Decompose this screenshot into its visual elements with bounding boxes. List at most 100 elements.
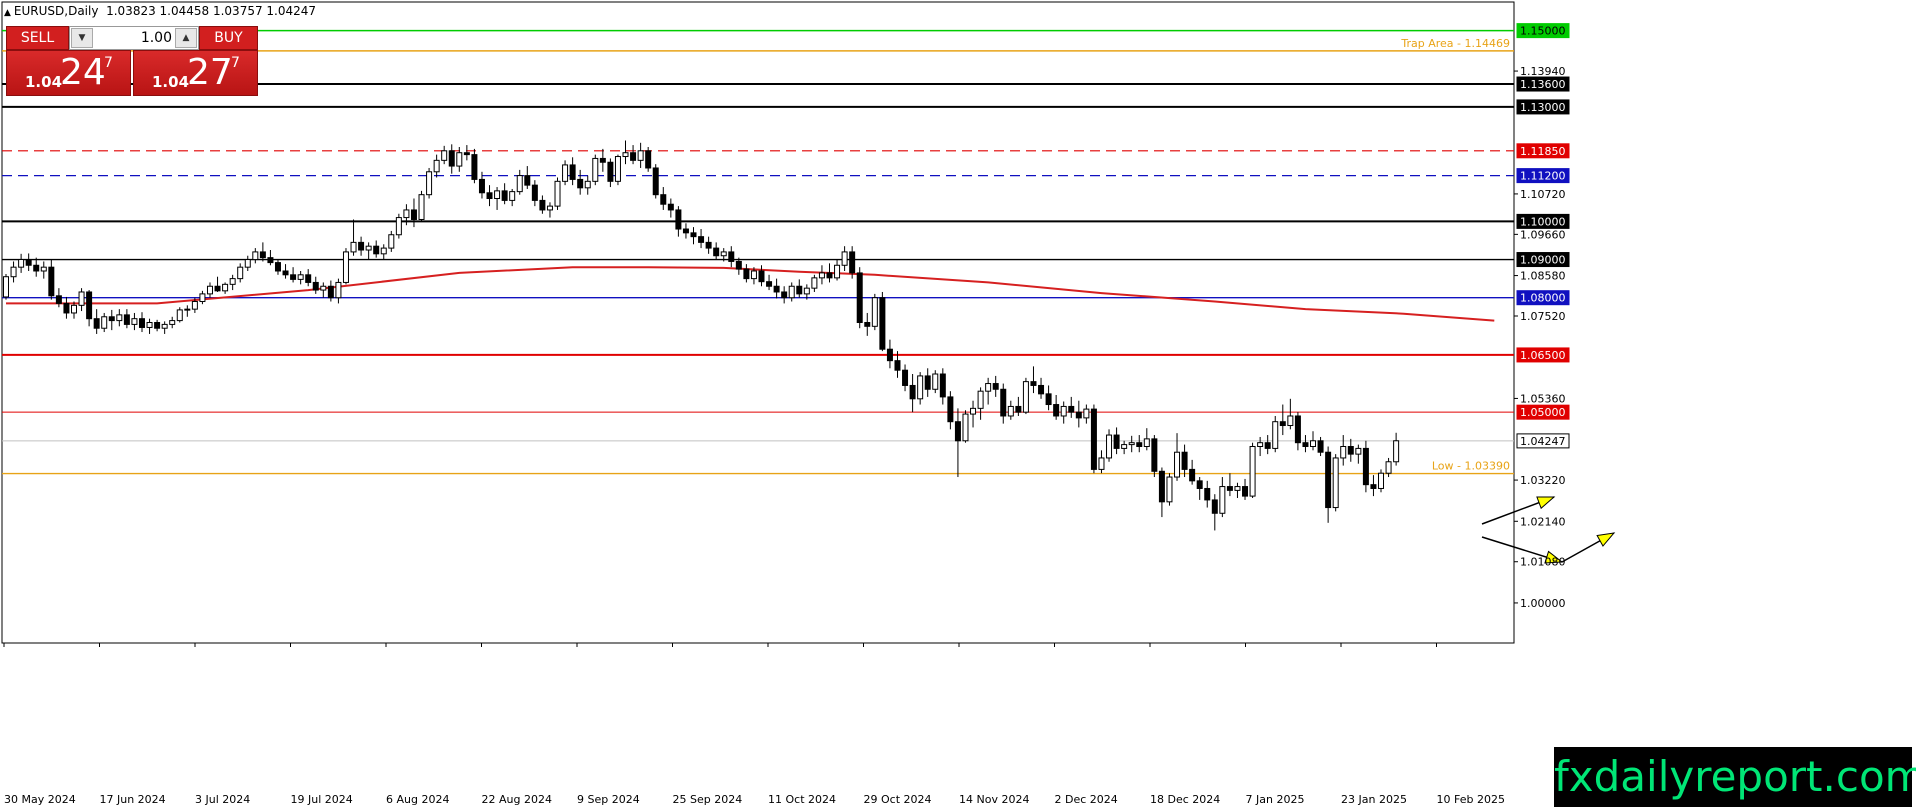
time-tick-label-14: 23 Jan 2025 (1341, 793, 1407, 806)
candle-body-56 (426, 171, 433, 196)
candle-body-130 (985, 383, 992, 392)
candle-body-164 (1242, 486, 1249, 497)
candle-body-10 (78, 291, 85, 306)
candle-body-179 (1355, 447, 1362, 455)
candle-body-21 (161, 323, 168, 329)
candle-body-79 (599, 157, 606, 163)
candle-body-53 (403, 209, 410, 219)
candle-body-152 (1151, 438, 1158, 472)
candle-body-63 (478, 178, 485, 194)
volume-decrease-icon[interactable]: ▼ (71, 28, 93, 48)
candle-body-27 (206, 285, 213, 295)
collapse-triangle-icon[interactable]: ▲ (4, 8, 11, 18)
candle-body-72 (546, 205, 553, 211)
candle-body-98 (743, 268, 750, 280)
price-tick-label-4: 1.07520 (1520, 310, 1566, 323)
candle-body-150 (1136, 442, 1143, 448)
price-tick-label-8: 1.01080 (1520, 556, 1566, 569)
candle-body-162 (1226, 486, 1233, 491)
candle-body-133 (1007, 405, 1014, 417)
price-tick-label-1: 1.10720 (1520, 188, 1566, 201)
candle-body-22 (169, 320, 176, 325)
candle-body-146 (1106, 434, 1113, 459)
candle-body-16 (123, 314, 130, 325)
candle-body-80 (607, 161, 614, 182)
volume-input[interactable]: ▼ 1.00 ▲ (69, 26, 199, 50)
candle-body-47 (358, 241, 365, 251)
one-click-trade-panel: SELL ▼ 1.00 ▲ BUY 1.04 24 7 1.04 27 7 (6, 26, 258, 96)
level-tag-label-6: 1.10000 (1520, 215, 1566, 228)
candle-body-105 (796, 285, 803, 295)
time-tick-label-0: 30 May 2024 (4, 793, 76, 806)
candle-body-24 (184, 308, 191, 311)
time-tick-label-5: 22 Aug 2024 (482, 793, 552, 806)
sell-price-box[interactable]: 1.04 24 7 (6, 50, 131, 96)
buy-price-box[interactable]: 1.04 27 7 (133, 50, 258, 96)
candle-body-28 (214, 285, 221, 292)
candle-body-108 (818, 272, 825, 279)
candle-body-97 (735, 260, 742, 270)
candle-body-181 (1370, 484, 1377, 489)
candle-body-129 (977, 390, 984, 409)
buy-price-fraction: 7 (231, 55, 240, 71)
candle-body-120 (909, 384, 916, 400)
candle-body-11 (86, 291, 93, 320)
volume-value[interactable]: 1.00 (96, 30, 172, 46)
candle-body-34 (259, 251, 266, 259)
candle-body-147 (1113, 434, 1120, 449)
plot-border (1, 1, 1515, 644)
candle-body-99 (750, 270, 757, 280)
candle-body-48 (365, 245, 372, 251)
candle-body-132 (1000, 388, 1007, 417)
candle-body-171 (1294, 415, 1301, 444)
candle-body-125 (947, 396, 954, 423)
time-tick-label-7: 25 Sep 2024 (673, 793, 743, 806)
candle-body-66 (501, 190, 508, 201)
candle-body-170 (1287, 415, 1294, 427)
candle-body-17 (131, 318, 138, 325)
buy-button[interactable]: BUY (199, 26, 258, 50)
candle-body-123 (932, 373, 939, 390)
candle-body-69 (524, 175, 531, 186)
candle-body-165 (1249, 446, 1256, 497)
candle-body-145 (1098, 457, 1105, 470)
candle-body-8 (63, 302, 70, 314)
time-tick-label-2: 3 Jul 2024 (195, 793, 250, 806)
candle-body-88 (667, 203, 674, 211)
candle-body-19 (146, 322, 153, 328)
time-tick-label-3: 19 Jul 2024 (291, 793, 353, 806)
candle-body-135 (1022, 381, 1029, 413)
candle-body-42 (320, 285, 327, 291)
time-tick-label-10: 14 Nov 2024 (959, 793, 1029, 806)
chart-header: ▲ EURUSD,Daily 1.03823 1.04458 1.03757 1.… (4, 4, 316, 18)
candle-body-77 (584, 180, 591, 189)
candle-body-124 (939, 373, 946, 398)
sell-button[interactable]: SELL (6, 26, 69, 50)
candle-body-84 (637, 150, 644, 161)
candle-body-73 (554, 180, 561, 207)
price-tick-label-7: 1.02140 (1520, 515, 1566, 528)
sell-price-prefix: 1.04 (25, 73, 63, 91)
sell-price-fraction: 7 (104, 55, 113, 71)
candle-body-62 (471, 154, 478, 180)
candle-body-30 (229, 278, 236, 285)
volume-increase-icon[interactable]: ▲ (175, 28, 197, 48)
arrow-up-1-head (1536, 496, 1556, 510)
candle-body-102 (773, 285, 780, 293)
candle-body-2 (18, 259, 25, 268)
price-tick-label-5: 1.05360 (1520, 392, 1566, 405)
candle-body-180 (1362, 447, 1369, 486)
candle-body-82 (622, 152, 629, 158)
candle-body-18 (138, 318, 145, 328)
candle-body-29 (222, 283, 229, 292)
candle-body-148 (1121, 444, 1128, 449)
candle-body-60 (456, 152, 463, 167)
candle-body-25 (191, 301, 198, 310)
candle-body-172 (1302, 442, 1309, 448)
candle-body-169 (1279, 421, 1286, 427)
candle-body-78 (592, 157, 599, 182)
candle-body-74 (562, 164, 569, 182)
candle-body-45 (342, 251, 349, 283)
level-tag-label-0: 1.15000 (1520, 25, 1566, 38)
candle-body-41 (312, 281, 319, 291)
